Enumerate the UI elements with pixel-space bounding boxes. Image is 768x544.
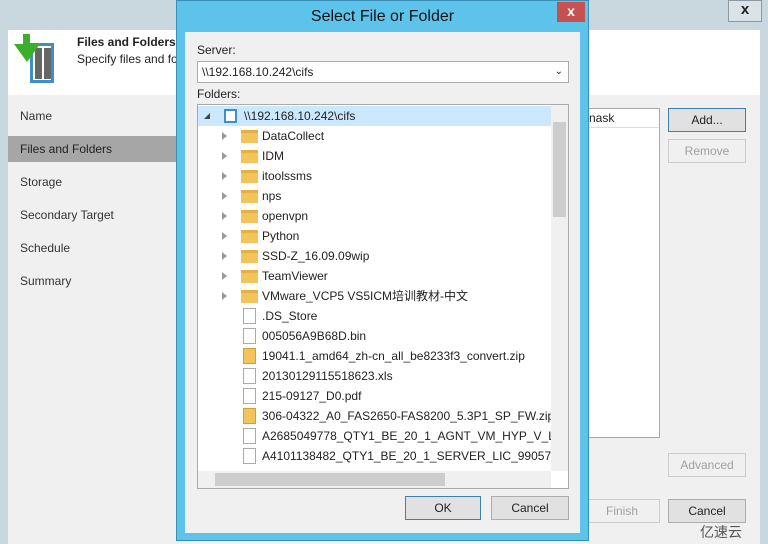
file-icon	[243, 308, 256, 324]
nav-secondary-target[interactable]: Secondary Target	[8, 202, 178, 228]
expand-arrow-icon[interactable]	[222, 172, 227, 180]
table-header[interactable]: nask	[581, 109, 659, 128]
nav-schedule[interactable]: Schedule	[8, 235, 178, 261]
chevron-down-icon: ⌄	[554, 66, 563, 77]
server-label: Server:	[197, 43, 236, 57]
files-table: nask	[580, 108, 660, 438]
server-combobox[interactable]: \\192.168.10.242\cifs ⌄	[197, 61, 569, 83]
zip-file-icon	[243, 408, 256, 424]
expand-arrow-icon[interactable]	[222, 232, 227, 240]
tree-root[interactable]: \\192.168.10.242\cifs	[198, 106, 551, 126]
file-icon	[243, 428, 256, 444]
scrollbar-thumb-h[interactable]	[215, 473, 445, 486]
file-icon	[243, 328, 256, 344]
folder-icon	[241, 130, 258, 143]
wizard-cancel-button[interactable]: Cancel	[668, 499, 746, 523]
file-icon	[243, 448, 256, 464]
folder-icon	[241, 190, 258, 203]
expand-arrow-icon[interactable]	[222, 192, 227, 200]
header-title: Files and Folders	[77, 35, 176, 49]
folder-icon	[241, 150, 258, 163]
server-value: \\192.168.10.242\cifs	[202, 65, 314, 79]
file-icon	[243, 388, 256, 404]
nav-summary[interactable]: Summary	[8, 268, 178, 294]
expand-arrow-icon[interactable]	[222, 212, 227, 220]
ok-button[interactable]: OK	[405, 496, 481, 520]
dialog-cancel-button[interactable]: Cancel	[491, 496, 569, 520]
file-icon	[243, 368, 256, 384]
expand-arrow-icon[interactable]	[222, 252, 227, 260]
dialog-body: Server: \\192.168.10.242\cifs ⌄ Folders:…	[185, 32, 580, 533]
folder-icon	[241, 250, 258, 263]
advanced-button[interactable]: Advanced	[668, 453, 746, 477]
expand-arrow-icon[interactable]	[222, 272, 227, 280]
collapse-arrow-icon[interactable]	[204, 113, 210, 119]
remove-button[interactable]: Remove	[668, 139, 746, 163]
folder-icon	[241, 230, 258, 243]
vertical-scrollbar[interactable]	[551, 105, 568, 471]
finish-button[interactable]: Finish	[584, 499, 660, 523]
wizard-close-button[interactable]: x	[728, 0, 762, 22]
scrollbar-thumb[interactable]	[553, 122, 566, 217]
folder-tree[interactable]: \\192.168.10.242\cifs DataCollect IDM itoo…	[197, 104, 569, 489]
folder-icon	[241, 170, 258, 183]
nav-name[interactable]: Name	[8, 103, 178, 129]
expand-arrow-icon[interactable]	[222, 292, 227, 300]
dialog-title: Select File or Folder	[310, 8, 455, 25]
expand-arrow-icon[interactable]	[222, 152, 227, 160]
folder-icon	[241, 210, 258, 223]
folders-label: Folders:	[197, 87, 241, 101]
expand-arrow-icon[interactable]	[222, 132, 227, 140]
dialog-close-button[interactable]: x	[557, 2, 585, 22]
add-button[interactable]: Add...	[668, 108, 746, 132]
zip-file-icon	[243, 348, 256, 364]
watermark: 亿速云	[700, 524, 742, 540]
nav-files-and-folders[interactable]: Files and Folders	[8, 136, 178, 162]
header-subtitle: Specify files and fo	[77, 52, 178, 66]
folder-icon	[241, 290, 258, 303]
select-dialog: Select File or Folder x Server: \\192.16…	[176, 0, 589, 541]
nav-storage[interactable]: Storage	[8, 169, 178, 195]
horizontal-scrollbar[interactable]	[198, 471, 551, 488]
server-share-icon	[224, 109, 237, 123]
folder-icon	[241, 270, 258, 283]
